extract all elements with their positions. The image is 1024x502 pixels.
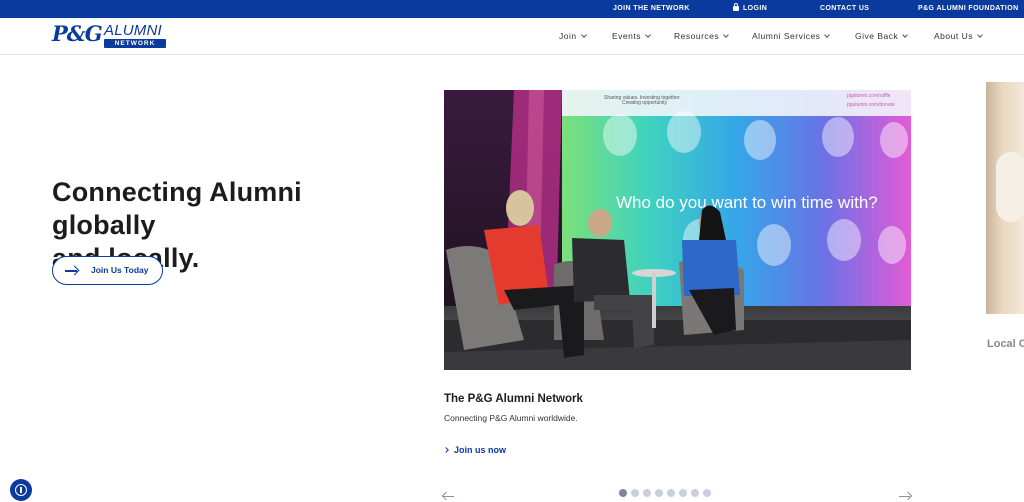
login-link[interactable]: LOGIN — [733, 0, 767, 18]
carousel-dot[interactable] — [619, 489, 627, 497]
chevron-down-icon — [645, 32, 651, 38]
utility-bar: JOIN THE NETWORK LOGIN CONTACT US P&G AL… — [0, 0, 1024, 18]
carousel-dot[interactable] — [631, 489, 639, 497]
carousel-dot[interactable] — [703, 489, 711, 497]
lock-icon — [733, 3, 739, 11]
main-header: P&G ALUMNI NETWORK Join Events Resources… — [0, 18, 1024, 55]
logo-network-badge: NETWORK — [104, 39, 166, 48]
join-us-now-link[interactable]: Join us now — [443, 445, 507, 455]
nav-label: Events — [612, 31, 641, 41]
arrow-right-icon — [65, 270, 77, 272]
carousel-dot[interactable] — [655, 489, 663, 497]
hero-title-line-1: Connecting Alumni globally — [52, 177, 302, 240]
chevron-down-icon — [723, 32, 729, 38]
arrow-left-icon — [441, 491, 451, 501]
logo-pg-text: P&G — [52, 21, 103, 46]
slide-photo: Sharing values. Investing together. Crea… — [444, 90, 911, 370]
nav-label: Join — [559, 31, 577, 41]
pg-alumni-logo[interactable]: P&G ALUMNI NETWORK — [52, 23, 172, 49]
join-us-now-label: Join us now — [454, 445, 507, 455]
contact-us-link[interactable]: CONTACT US — [820, 0, 869, 18]
screen-headline: Who do you want to win time with? — [616, 193, 878, 212]
nav-item-about-us[interactable]: About Us — [934, 18, 983, 54]
foundation-link[interactable]: P&G ALUMNI FOUNDATION — [918, 0, 1019, 18]
nav-item-resources[interactable]: Resources — [674, 18, 729, 54]
chevron-down-icon — [824, 32, 831, 38]
join-us-today-button[interactable]: Join Us Today — [52, 256, 163, 285]
screen-url-2: pgalumni.com/donate — [847, 102, 895, 108]
nav-label: Alumni Services — [752, 31, 821, 41]
slide-subtitle: Connecting P&G Alumni worldwide. — [444, 413, 578, 423]
carousel-dot[interactable] — [643, 489, 651, 497]
carousel-next-button[interactable] — [898, 491, 913, 501]
nav-item-alumni-services[interactable]: Alumni Services — [752, 18, 831, 54]
chevron-down-icon — [580, 32, 587, 38]
carousel-dot[interactable] — [679, 489, 687, 497]
nav-label: Resources — [674, 31, 720, 41]
arrow-right-icon — [903, 491, 913, 501]
screen-url-1: pgalumni.com/raffle — [847, 93, 891, 99]
login-label: LOGIN — [743, 5, 768, 12]
chevron-down-icon — [977, 32, 983, 38]
carousel-dot[interactable] — [667, 489, 675, 497]
chevron-down-icon — [902, 32, 909, 38]
nav-item-give-back[interactable]: Give Back — [855, 18, 909, 54]
carousel-dot[interactable] — [691, 489, 699, 497]
carousel-prev-button[interactable] — [441, 491, 456, 501]
join-us-today-label: Join Us Today — [91, 265, 149, 275]
screen-tagline-2: Creating opportunity — [622, 100, 668, 106]
join-network-link[interactable]: JOIN THE NETWORK — [613, 0, 690, 18]
nav-item-join[interactable]: Join — [559, 18, 587, 54]
nav-item-events[interactable]: Events — [612, 18, 651, 54]
next-slide-photo — [986, 82, 1024, 314]
accessibility-icon[interactable] — [10, 479, 32, 501]
nav-label: Give Back — [855, 31, 899, 41]
nav-label: About Us — [934, 31, 973, 41]
slide-title: The P&G Alumni Network — [444, 393, 583, 405]
logo-alumni-text: ALUMNI — [104, 22, 162, 39]
chevron-right-icon — [443, 447, 449, 453]
next-slide-title: Local C — [987, 338, 1024, 350]
